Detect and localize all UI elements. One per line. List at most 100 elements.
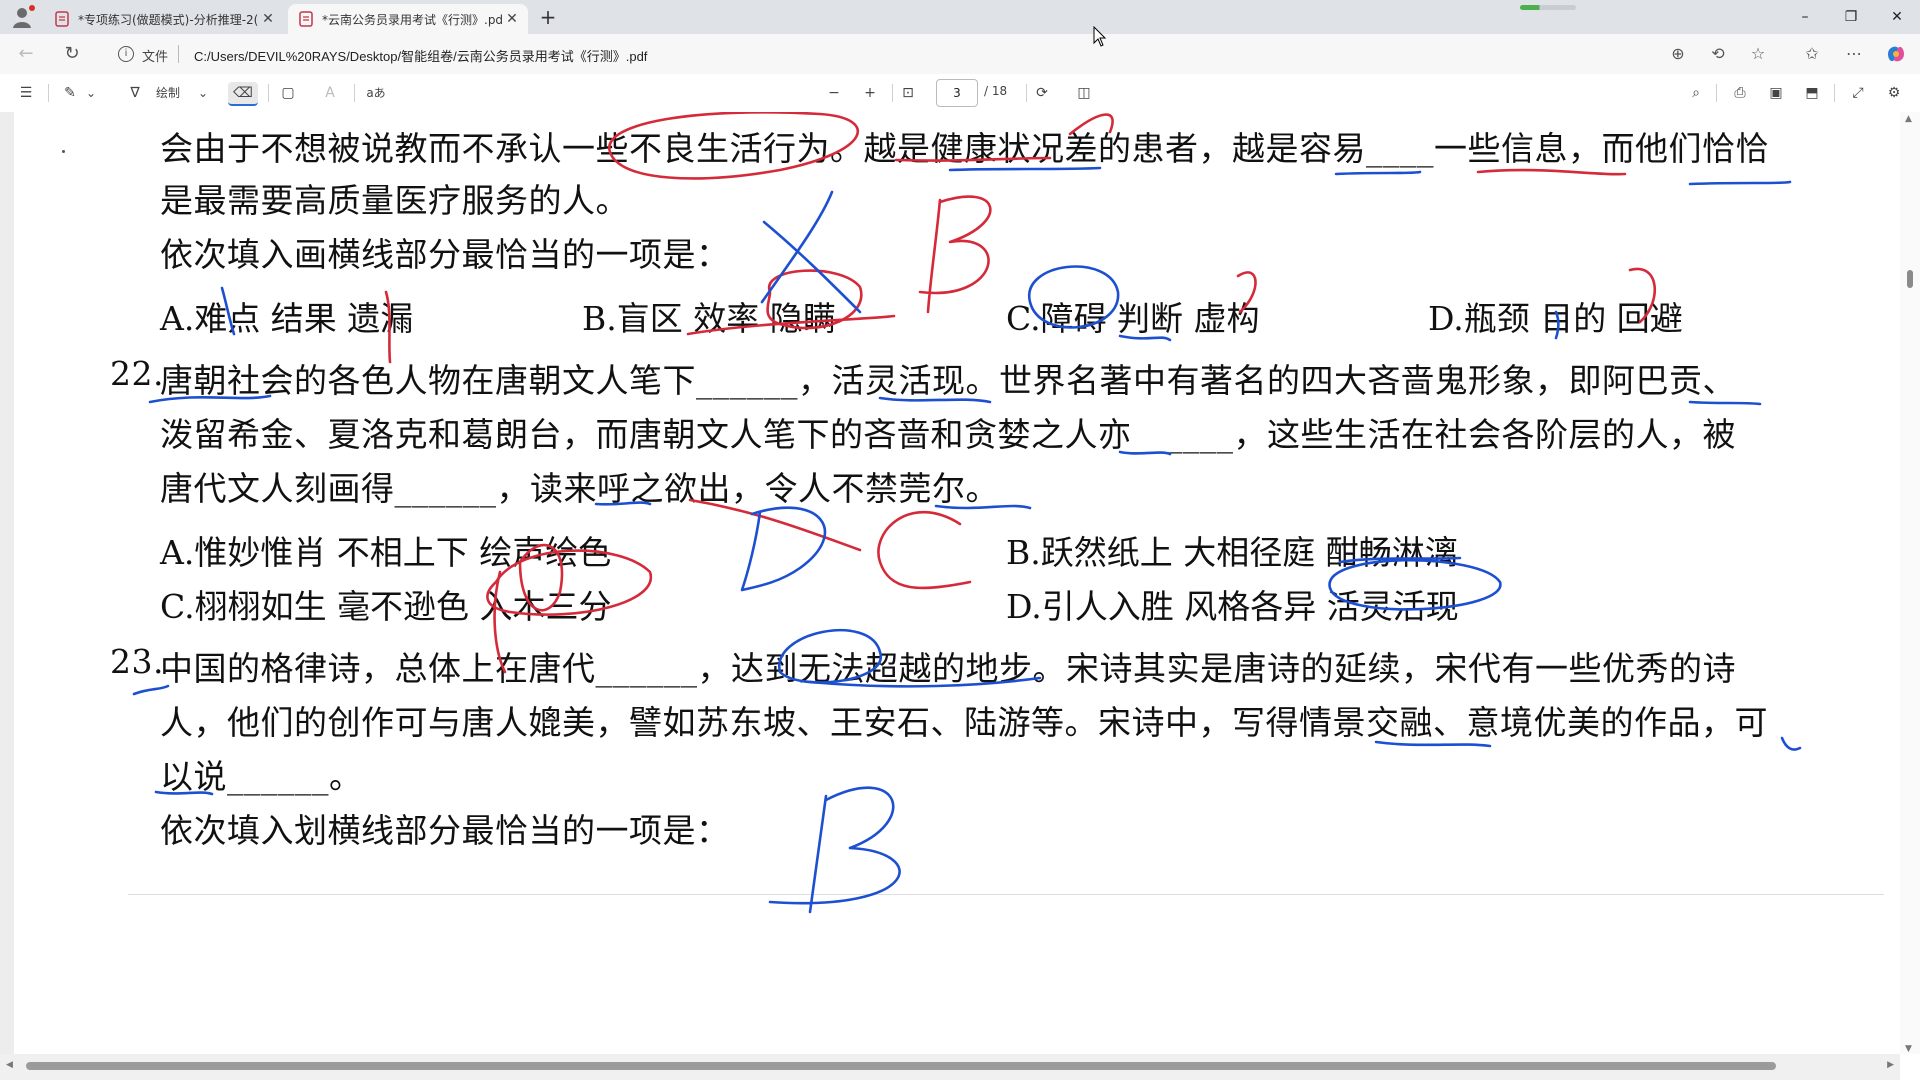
divider (1716, 84, 1717, 102)
ink-underline-stroke (1688, 180, 1792, 186)
search-icon[interactable]: ⌕ (1684, 82, 1708, 104)
zoom-in-button[interactable]: + (858, 82, 882, 104)
page-total: / 18 (984, 84, 1008, 98)
divider (1834, 84, 1835, 102)
address-bar-row: ← ↻ i 文件 C:/Users/DEVIL%20RAYS/Desktop/智… (0, 34, 1920, 74)
q21-option-c: C.障碍 判断 虚构 (1006, 299, 1260, 338)
close-window-button[interactable]: ✕ (1874, 0, 1920, 34)
divider (48, 84, 49, 102)
vertical-scroll-thumb[interactable] (1907, 270, 1913, 288)
new-tab-button[interactable]: + (536, 6, 560, 30)
tab-close-icon[interactable]: ✕ (502, 11, 522, 27)
page-break-line (128, 894, 1884, 895)
text-box-icon[interactable]: ▢ (276, 82, 300, 104)
scroll-right-icon[interactable]: ▶ (1887, 1060, 1894, 1070)
tab-close-icon[interactable]: ✕ (258, 11, 278, 27)
ink-letter-c (877, 511, 972, 590)
q21-option-a: A.难点 结果 遗漏 (160, 299, 414, 338)
save-as-icon[interactable]: ⬒ (1800, 82, 1824, 104)
progress-indicator (1520, 5, 1576, 10)
settings-gear-icon[interactable]: ⚙ (1882, 82, 1906, 104)
chevron-down-icon[interactable]: ⌄ (196, 82, 210, 104)
tab-title: *云南公务员录用考试《行测》.pdf (322, 12, 502, 27)
restore-button[interactable]: ❐ (1828, 0, 1874, 34)
q21-option-d: D.瓶颈 目的 回避 (1428, 299, 1683, 338)
draw-label[interactable]: 绘制 (148, 82, 188, 104)
scroll-left-icon[interactable]: ◀ (6, 1060, 13, 1070)
pdf-toolbar: ☰ ✎ ⌄ ∇ 绘制 ⌄ ⌫ ▢ A aあ − + ⊡ 3 / 18 ⟳ ◫ ⌕… (0, 74, 1920, 113)
tab-pdf[interactable]: *云南公务员录用考试《行测》.pdf ✕ (288, 4, 528, 34)
q22-text-line: 唐代文人刻画得______，读来呼之欲出，令人不禁莞尔。 (160, 469, 999, 508)
q22-option-d: D.引人入胜 风格各异 活灵活现 (1006, 587, 1459, 626)
favorites-bar-icon[interactable]: ✩ (1800, 42, 1824, 66)
q22-number: 22. (110, 354, 164, 393)
address-bar[interactable]: i 文件 C:/Users/DEVIL%20RAYS/Desktop/智能组卷/… (104, 38, 1762, 70)
q21-text-line: 会由于不想被说教而不承认一些不良生活行为。越是健康状况差的患者，越是容易____… (160, 129, 1769, 168)
ink-check-stroke (1780, 736, 1802, 751)
minimize-button[interactable]: – (1782, 0, 1828, 34)
tab-title: *专项练习(做题模式)-分析推理-2( (78, 12, 258, 27)
copilot-icon[interactable] (1884, 42, 1908, 66)
q22-text-line: 泼留希金、夏洛克和葛朗台，而唐朝文人笔下的吝啬和贪婪之人亦______，这些生活… (160, 415, 1736, 454)
zoom-out-button[interactable]: − (822, 82, 846, 104)
url-scheme-label: 文件 (142, 50, 169, 65)
ink-underline-stroke (1334, 170, 1422, 176)
divider (1026, 84, 1027, 102)
divider (268, 84, 269, 102)
page-dot (62, 150, 65, 153)
back-arrow-icon[interactable]: ← (14, 42, 38, 66)
q23-text-line: 中国的格律诗，总体上在唐代______，达到无法超越的地步。宋诗其实是唐诗的延续… (160, 649, 1736, 688)
q23-prompt: 依次填入划横线部分最恰当的一项是： (160, 811, 730, 850)
ink-letter-b (918, 195, 992, 314)
q23-text-line: 人，他们的创作可与唐人媲美，譬如苏东坡、王安石、陆游等。宋诗中，写得情景交融、意… (160, 703, 1768, 742)
q22-text-line: 唐朝社会的各色人物在唐朝文人笔下______，活灵活现。世界名著中有著名的四大吝… (160, 361, 1736, 400)
q22-option-b: B.跃然纸上 大相径庭 酣畅淋漓 (1006, 533, 1458, 572)
q22-option-a: A.惟妙惟肖 不相上下 绘声绘色 (160, 533, 612, 572)
read-aloud-button[interactable]: aあ (362, 82, 390, 104)
refresh-icon[interactable]: ↻ (60, 42, 84, 66)
divider (354, 84, 355, 102)
q23-number: 23. (110, 642, 164, 681)
mouse-cursor-icon (1093, 26, 1107, 47)
info-icon[interactable]: i (118, 46, 134, 62)
ink-underline-stroke (1688, 400, 1762, 406)
vertical-scrollbar[interactable]: ▲ ▼ (1900, 112, 1920, 1054)
contents-list-icon[interactable]: ☰ (14, 82, 38, 104)
print-icon[interactable]: ⎙ (1728, 82, 1752, 104)
scroll-down-icon[interactable]: ▼ (1905, 1044, 1912, 1054)
page-view-icon[interactable]: ◫ (1072, 82, 1096, 104)
fit-page-icon[interactable]: ⊡ (896, 82, 920, 104)
fullscreen-icon[interactable]: ⤢ (1846, 82, 1870, 104)
zoom-icon[interactable]: ⊕ (1666, 42, 1690, 66)
chevron-down-icon[interactable]: ⌄ (84, 82, 98, 104)
highlight-icon[interactable]: ✎ (58, 82, 82, 104)
q23-text-line: 以说______。 (160, 757, 363, 796)
ink-underline-stroke (1476, 168, 1627, 176)
page-number-input[interactable]: 3 (936, 79, 978, 107)
q21-prompt: 依次填入画横线部分最恰当的一项是： (160, 235, 730, 274)
rotate-icon[interactable]: ⟳ (1030, 82, 1054, 104)
profile-avatar-icon[interactable] (10, 4, 36, 30)
eraser-button[interactable]: ⌫ (228, 82, 258, 106)
scroll-up-icon[interactable]: ▲ (1905, 114, 1912, 124)
q21-option-b: B.盲区 效率 隐瞒 (582, 299, 836, 338)
save-icon[interactable]: ▣ (1764, 82, 1788, 104)
tab-strip: *专项练习(做题模式)-分析推理-2( ✕ *云南公务员录用考试《行测》.pdf… (0, 0, 1920, 34)
tab-practice[interactable]: *专项练习(做题模式)-分析推理-2( ✕ (44, 4, 284, 34)
horizontal-scrollbar[interactable]: ◀ ▶ (0, 1054, 1900, 1080)
pdf-document-page[interactable]: 会由于不想被说教而不承认一些不良生活行为。越是健康状况差的患者，越是容易____… (0, 112, 1920, 1072)
ink-letter-d (740, 506, 827, 592)
pdf-file-icon (299, 11, 313, 27)
divider (892, 84, 893, 102)
text-format-icon: A (325, 85, 335, 101)
horizontal-scroll-thumb[interactable] (26, 1062, 1776, 1070)
url-text[interactable]: C:/Users/DEVIL%20RAYS/Desktop/智能组卷/云南公务员… (194, 46, 647, 65)
pdf-file-icon (55, 11, 69, 27)
draw-pen-icon[interactable]: ∇ (124, 82, 146, 104)
page-margin (0, 112, 14, 1072)
q22-option-c: C.栩栩如生 毫不逊色 入木三分 (160, 587, 612, 626)
more-menu-icon[interactable]: ⋯ (1842, 42, 1866, 66)
q21-text-line: 是最需要高质量医疗服务的人。 (160, 181, 629, 220)
sync-icon[interactable]: ⟲ (1706, 42, 1730, 66)
favorite-star-icon[interactable]: ☆ (1746, 42, 1770, 66)
